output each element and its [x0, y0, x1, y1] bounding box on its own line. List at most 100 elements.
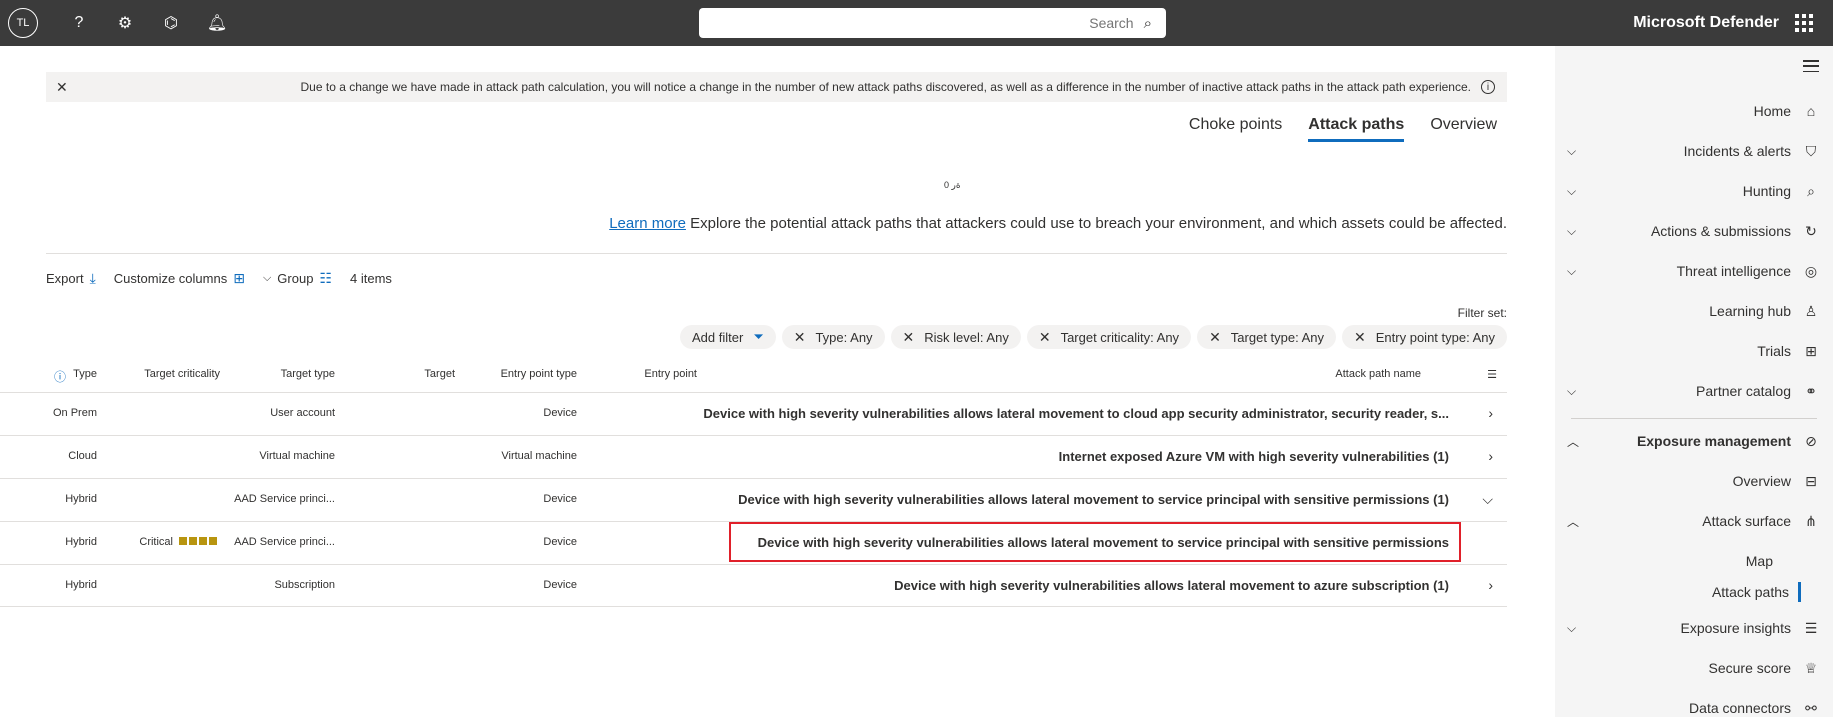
tab-attack-paths[interactable]: Attack paths	[1308, 116, 1405, 142]
close-icon[interactable]: ✕	[794, 329, 806, 346]
overview-icon: ⊟	[1805, 472, 1817, 489]
table-row[interactable]: ⌵ Device with high severity vulnerabilit…	[0, 478, 1507, 521]
nav-item-insights[interactable]: ☰ Exposure insights ⌵	[1555, 613, 1833, 643]
tab-choke-points[interactable]: Choke points	[1189, 116, 1282, 142]
nav-item-hunting[interactable]: ⌕ Hunting ⌵	[1555, 176, 1833, 206]
top-icons: TL ? ⚙ ⌬ 🔔︎	[8, 0, 240, 46]
settings-icon[interactable]: ⚙	[102, 0, 148, 46]
nav-divider	[1571, 418, 1817, 419]
chevron-right-icon[interactable]: ›	[1488, 577, 1493, 593]
column-header-type[interactable]: Type	[73, 368, 97, 380]
column-header-entry-point[interactable]: Entry point	[644, 368, 697, 380]
search-input[interactable]	[699, 15, 1134, 31]
app-launcher-icon[interactable]	[1795, 14, 1813, 32]
chevron-down-icon[interactable]: ⌵	[1482, 491, 1493, 508]
chevron-down-icon[interactable]: ⌵	[1567, 144, 1576, 159]
search-icon: ⌕	[1143, 14, 1152, 32]
chevron-down-icon[interactable]: ⌵	[1567, 224, 1576, 239]
learn-more-link[interactable]: Learn more	[609, 215, 686, 232]
download-icon: ⤓	[89, 269, 96, 286]
banner-text: Due to a change we have made in attack p…	[300, 80, 1471, 94]
table-row[interactable]: › Device with high severity vulnerabilit…	[0, 564, 1507, 607]
column-header-entry-point-type[interactable]: Entry point type	[501, 368, 577, 380]
tab-bar: Overview Attack paths Choke points	[1189, 116, 1497, 142]
nav-item-secure-score[interactable]: ♕ Secure score	[1555, 653, 1833, 683]
actions-icon: ↻	[1805, 222, 1817, 239]
nav-item-partner[interactable]: ⚭ Partner catalog ⌵	[1555, 376, 1833, 406]
sidebar: ⌂ Home ⛉ Incidents & alerts ⌵ ⌕ Hunting …	[1555, 46, 1833, 717]
nav-item-data-connectors[interactable]: ⚯ Data connectors	[1555, 693, 1833, 717]
network-icon[interactable]: ⌬	[148, 0, 194, 46]
brand: Microsoft Defender	[1633, 0, 1813, 46]
chevron-right-icon[interactable]: ›	[1488, 405, 1493, 421]
group-button[interactable]: ⌵ Group ☷	[263, 270, 332, 287]
nav-item-learning[interactable]: ♙ Learning hub	[1555, 296, 1833, 326]
close-icon[interactable]: ✕	[56, 79, 68, 96]
search-box[interactable]: ⌕	[699, 8, 1166, 38]
active-indicator	[1798, 582, 1801, 602]
filter-chip-target-type[interactable]: ✕ Target type: Any	[1197, 325, 1337, 349]
insights-icon: ☰	[1804, 619, 1818, 636]
column-header-target[interactable]: Target	[424, 368, 455, 380]
close-icon[interactable]: ✕	[1209, 329, 1221, 346]
columns-icon: ⊞	[233, 269, 245, 286]
column-header-target-type[interactable]: Target type	[281, 368, 335, 380]
nav-item-incidents[interactable]: ⛉ Incidents & alerts ⌵	[1555, 136, 1833, 166]
table-row[interactable]: › Internet exposed Azure VM with high se…	[0, 435, 1507, 478]
add-filter-button[interactable]: Add filter ⏷	[680, 325, 776, 349]
exposure-icon: ⊘	[1805, 432, 1817, 449]
select-all-icon[interactable]: ☰	[1487, 368, 1497, 381]
filter-chips: ✕ Entry point type: Any ✕ Target type: A…	[680, 325, 1507, 349]
help-icon[interactable]: ?	[56, 0, 102, 46]
bell-icon[interactable]: 🔔︎	[194, 0, 240, 46]
partner-icon: ⚭	[1805, 382, 1817, 399]
export-button[interactable]: Export ⤓	[46, 270, 96, 287]
hunting-icon: ⌕	[1807, 182, 1815, 199]
filter-chip-risk-level[interactable]: ✕ Risk level: Any	[890, 325, 1021, 349]
gift-icon: ⊞	[1805, 342, 1817, 359]
nav-item-exposure[interactable]: ⊘ Exposure management ︿	[1555, 426, 1833, 456]
nav-item-attack-surface[interactable]: ⋔ Attack surface ︿	[1555, 506, 1833, 536]
tab-overview[interactable]: Overview	[1430, 116, 1497, 142]
nav-item-actions[interactable]: ↻ Actions & submissions ⌵	[1555, 216, 1833, 246]
nav-item-threat[interactable]: ◎ Threat intelligence ⌵	[1555, 256, 1833, 286]
nav-item-trials[interactable]: ⊞ Trials	[1555, 336, 1833, 366]
chevron-right-icon[interactable]: ›	[1488, 448, 1493, 464]
filter-chip-type[interactable]: ✕ Type: Any	[781, 325, 885, 349]
chevron-down-icon[interactable]: ⌵	[1567, 264, 1576, 279]
menu-icon[interactable]	[1803, 60, 1819, 72]
chevron-up-icon[interactable]: ︿	[1567, 433, 1579, 450]
close-icon[interactable]: ✕	[1354, 329, 1366, 346]
filter-chip-target-criticality[interactable]: ✕ Target criticality: Any	[1026, 325, 1192, 349]
column-header-target-criticality[interactable]: Target criticality	[144, 368, 220, 380]
filter-chip-entry-point-type[interactable]: ✕ Entry point type: Any	[1342, 325, 1507, 349]
divider	[46, 253, 1507, 254]
customize-columns-button[interactable]: Customize columns ⊞	[114, 270, 245, 287]
trophy-icon: ♕	[1804, 659, 1818, 676]
table-row[interactable]: › Device with high severity vulnerabilit…	[0, 392, 1507, 435]
page-description: Learn more Explore the potential attack …	[605, 215, 1507, 232]
nav-item-attack-paths[interactable]: Attack paths	[1555, 577, 1833, 607]
chevron-down-icon: ⌵	[262, 271, 272, 284]
filter-icon: ⏷	[753, 329, 764, 344]
info-banner: i Due to a change we have made in attack…	[46, 72, 1507, 102]
info-icon[interactable]: ⓘ	[54, 368, 66, 385]
info-icon: i	[1481, 80, 1495, 94]
threat-icon: ◎	[1804, 262, 1818, 279]
chevron-down-icon[interactable]: ⌵	[1567, 621, 1576, 636]
table-row[interactable]: Device with high severity vulnerabilitie…	[0, 521, 1507, 564]
avatar[interactable]: TL	[8, 8, 38, 38]
chevron-up-icon[interactable]: ︿	[1567, 513, 1579, 530]
nav-item-overview[interactable]: ⊟ Overview	[1555, 466, 1833, 496]
chevron-down-icon[interactable]: ⌵	[1567, 184, 1576, 199]
close-icon[interactable]: ✕	[903, 329, 915, 346]
app-title: Microsoft Defender	[1633, 14, 1779, 31]
chevron-down-icon[interactable]: ⌵	[1567, 384, 1576, 399]
top-bar: TL ? ⚙ ⌬ 🔔︎ ⌕ Microsoft Defender	[0, 0, 1833, 46]
table-header: ☰ Attack path name Entry point Entry poi…	[0, 360, 1507, 390]
column-header-name[interactable]: Attack path name	[1335, 368, 1421, 380]
close-icon[interactable]: ✕	[1039, 329, 1051, 346]
group-icon: ☷	[319, 269, 332, 286]
nav-item-map[interactable]: Map	[1555, 546, 1833, 576]
nav-item-home[interactable]: ⌂ Home	[1555, 96, 1833, 126]
